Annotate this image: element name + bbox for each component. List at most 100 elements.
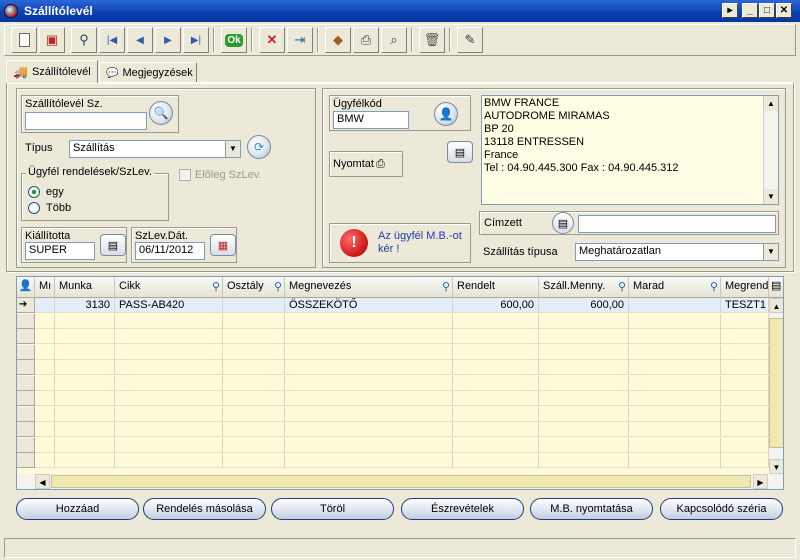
chevron-down-icon[interactable]: ▼	[225, 141, 240, 157]
row-indicator[interactable]	[17, 329, 35, 344]
table-cell[interactable]	[115, 360, 223, 375]
row-indicator[interactable]	[17, 453, 35, 468]
close-button[interactable]: ✕	[776, 3, 792, 18]
person-icon[interactable]: 👤	[434, 102, 458, 126]
scroll-up-icon[interactable]: ▲	[769, 298, 783, 313]
table-row[interactable]	[17, 391, 769, 406]
scroll-down-icon[interactable]: ▼	[769, 459, 783, 474]
exit-icon[interactable]: ⇥	[287, 27, 313, 53]
table-cell[interactable]	[721, 453, 769, 468]
radio-single[interactable]: egy	[28, 186, 64, 198]
table-cell[interactable]	[539, 375, 629, 391]
column-header[interactable]: Marad ⚲	[629, 277, 721, 298]
table-cell[interactable]	[55, 391, 115, 406]
table-row[interactable]	[17, 406, 769, 422]
table-cell[interactable]	[285, 453, 453, 468]
table-row[interactable]	[17, 344, 769, 360]
address-scrollbar[interactable]: ▲ ▼	[763, 96, 778, 204]
scroll-down-icon[interactable]: ▼	[764, 189, 778, 204]
table-cell[interactable]	[629, 406, 721, 422]
radio-multi[interactable]: Több	[28, 202, 71, 214]
column-header[interactable]: Osztály ⚲	[223, 277, 285, 298]
table-cell[interactable]	[721, 360, 769, 375]
maximize-button[interactable]: □	[759, 3, 775, 18]
table-row[interactable]	[17, 422, 769, 437]
table-cell[interactable]	[285, 422, 453, 437]
table-cell[interactable]: PASS-AB420	[115, 298, 223, 313]
table-cell[interactable]	[539, 344, 629, 360]
table-cell[interactable]	[539, 453, 629, 468]
table-cell[interactable]	[115, 329, 223, 344]
table-cell[interactable]	[285, 375, 453, 391]
chevron-down-icon[interactable]: ▼	[763, 244, 778, 260]
table-cell[interactable]	[539, 406, 629, 422]
table-row[interactable]: ➔ 3130 PASS-AB420 ÖSSZEKÖTŐ 600,00 600,00 TESZ…	[17, 298, 769, 313]
table-cell[interactable]	[35, 344, 55, 360]
table-cell[interactable]	[223, 406, 285, 422]
table-cell[interactable]	[223, 437, 285, 453]
scroll-right-icon[interactable]: ▶	[753, 474, 768, 489]
table-cell[interactable]	[35, 422, 55, 437]
table-cell[interactable]	[35, 453, 55, 468]
table-row[interactable]	[17, 360, 769, 375]
column-header[interactable]: Száll.Menny. ⚲	[539, 277, 629, 298]
row-indicator[interactable]	[17, 313, 35, 329]
table-cell[interactable]	[721, 344, 769, 360]
table-cell[interactable]: ÖSSZEKÖTŐ	[285, 298, 453, 313]
table-row[interactable]	[17, 329, 769, 344]
table-cell[interactable]	[115, 422, 223, 437]
package-icon[interactable]: ◆	[325, 27, 351, 53]
refresh-icon[interactable]: ⟳	[247, 135, 271, 159]
search-icon[interactable]: ⚲	[618, 280, 626, 293]
table-cell[interactable]	[629, 344, 721, 360]
table-cell[interactable]	[539, 437, 629, 453]
table-cell[interactable]	[223, 453, 285, 468]
calendar-icon[interactable]: ▦	[210, 234, 236, 256]
table-cell[interactable]	[115, 391, 223, 406]
row-indicator[interactable]	[17, 437, 35, 453]
tab-notes[interactable]: 💬 Megjegyzések	[99, 62, 197, 83]
table-cell[interactable]	[115, 375, 223, 391]
table-cell[interactable]	[721, 422, 769, 437]
grid-horizontal-scrollbar[interactable]: ◀ ▶	[17, 474, 783, 489]
table-cell[interactable]	[721, 375, 769, 391]
table-cell[interactable]	[453, 391, 539, 406]
table-cell[interactable]	[223, 329, 285, 344]
delete-button[interactable]: Töröl	[271, 498, 394, 520]
table-cell[interactable]	[223, 344, 285, 360]
new-doc-icon[interactable]	[11, 27, 37, 53]
table-cell[interactable]	[285, 329, 453, 344]
table-cell[interactable]	[629, 298, 721, 313]
table-cell[interactable]	[453, 360, 539, 375]
date-input[interactable]: 06/11/2012	[135, 242, 205, 260]
print-button[interactable]: Nyomtat ⎙	[329, 151, 403, 177]
next-record-icon[interactable]: ▶	[155, 27, 181, 53]
table-cell[interactable]	[629, 422, 721, 437]
column-header[interactable]: Rendelt	[453, 277, 539, 298]
row-indicator[interactable]	[17, 360, 35, 375]
current-row-indicator[interactable]: ➔	[17, 298, 35, 313]
table-cell[interactable]	[629, 375, 721, 391]
table-cell[interactable]	[35, 391, 55, 406]
search-icon[interactable]: ⚲	[71, 27, 97, 53]
table-cell[interactable]	[453, 313, 539, 329]
table-cell[interactable]	[629, 453, 721, 468]
table-cell[interactable]	[55, 437, 115, 453]
table-cell[interactable]	[285, 406, 453, 422]
table-cell[interactable]	[453, 329, 539, 344]
table-cell[interactable]	[35, 313, 55, 329]
table-cell[interactable]	[223, 422, 285, 437]
table-cell[interactable]	[721, 391, 769, 406]
table-cell[interactable]: TESZT1	[721, 298, 769, 313]
table-cell[interactable]	[453, 437, 539, 453]
table-cell[interactable]	[721, 437, 769, 453]
table-cell[interactable]	[629, 313, 721, 329]
table-cell[interactable]	[35, 406, 55, 422]
table-cell[interactable]: 600,00	[453, 298, 539, 313]
search-icon[interactable]: ⚲	[212, 280, 220, 293]
line-items-grid[interactable]: 👤 Mı Munka Cikk ⚲ Osztály ⚲ Megnevezés ⚲ Re…	[16, 276, 784, 490]
checkbox-icon[interactable]	[179, 169, 191, 181]
advance-checkbox[interactable]: Előleg SzLev.	[179, 169, 261, 181]
related-series-button[interactable]: Kapcsolódó széria	[660, 498, 783, 520]
table-cell[interactable]	[453, 422, 539, 437]
